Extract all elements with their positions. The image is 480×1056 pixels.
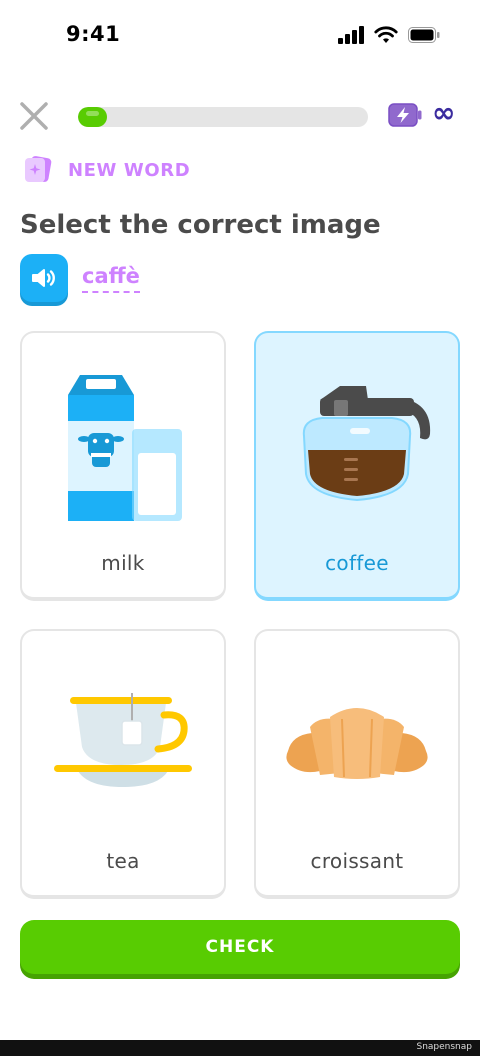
milk-image <box>22 353 224 543</box>
new-word-badge: NEW WORD <box>22 155 190 185</box>
option-label: coffee <box>325 551 389 575</box>
bottom-bar: Snapensnap <box>0 1040 480 1056</box>
tea-cup-image <box>22 651 224 841</box>
status-bar: 9:41 <box>0 0 480 70</box>
prompt-word[interactable]: caffè <box>82 264 140 293</box>
energy-battery-icon <box>388 103 422 127</box>
lesson-progress-bar <box>78 107 368 127</box>
new-word-card-icon <box>25 156 52 182</box>
croissant-image <box>256 651 458 841</box>
signal-icon <box>338 26 364 44</box>
wifi-icon <box>374 26 398 43</box>
option-label: croissant <box>310 849 404 873</box>
coffee-pot-image <box>256 353 458 543</box>
play-audio-button[interactable] <box>20 254 68 302</box>
speaker-icon <box>32 269 55 287</box>
option-label: milk <box>101 551 145 575</box>
battery-icon <box>408 27 440 43</box>
option-card-milk[interactable]: milk <box>20 331 226 601</box>
watermark: Snapensnap <box>416 1042 472 1052</box>
option-card-tea[interactable]: tea <box>20 629 226 899</box>
close-button[interactable] <box>18 100 50 132</box>
page-title: Select the correct image <box>20 210 381 240</box>
status-icons <box>338 26 440 44</box>
option-label: tea <box>106 849 140 873</box>
status-time: 9:41 <box>66 22 121 46</box>
check-button[interactable]: CHECK <box>20 920 460 974</box>
option-card-coffee[interactable]: coffee <box>254 331 460 601</box>
new-word-label: NEW WORD <box>68 159 191 181</box>
close-icon <box>20 102 48 130</box>
lesson-progress-fill <box>78 107 107 127</box>
option-card-croissant[interactable]: croissant <box>254 629 460 899</box>
energy-value: ∞ <box>432 96 456 129</box>
energy-indicator[interactable]: ∞ <box>388 99 455 127</box>
